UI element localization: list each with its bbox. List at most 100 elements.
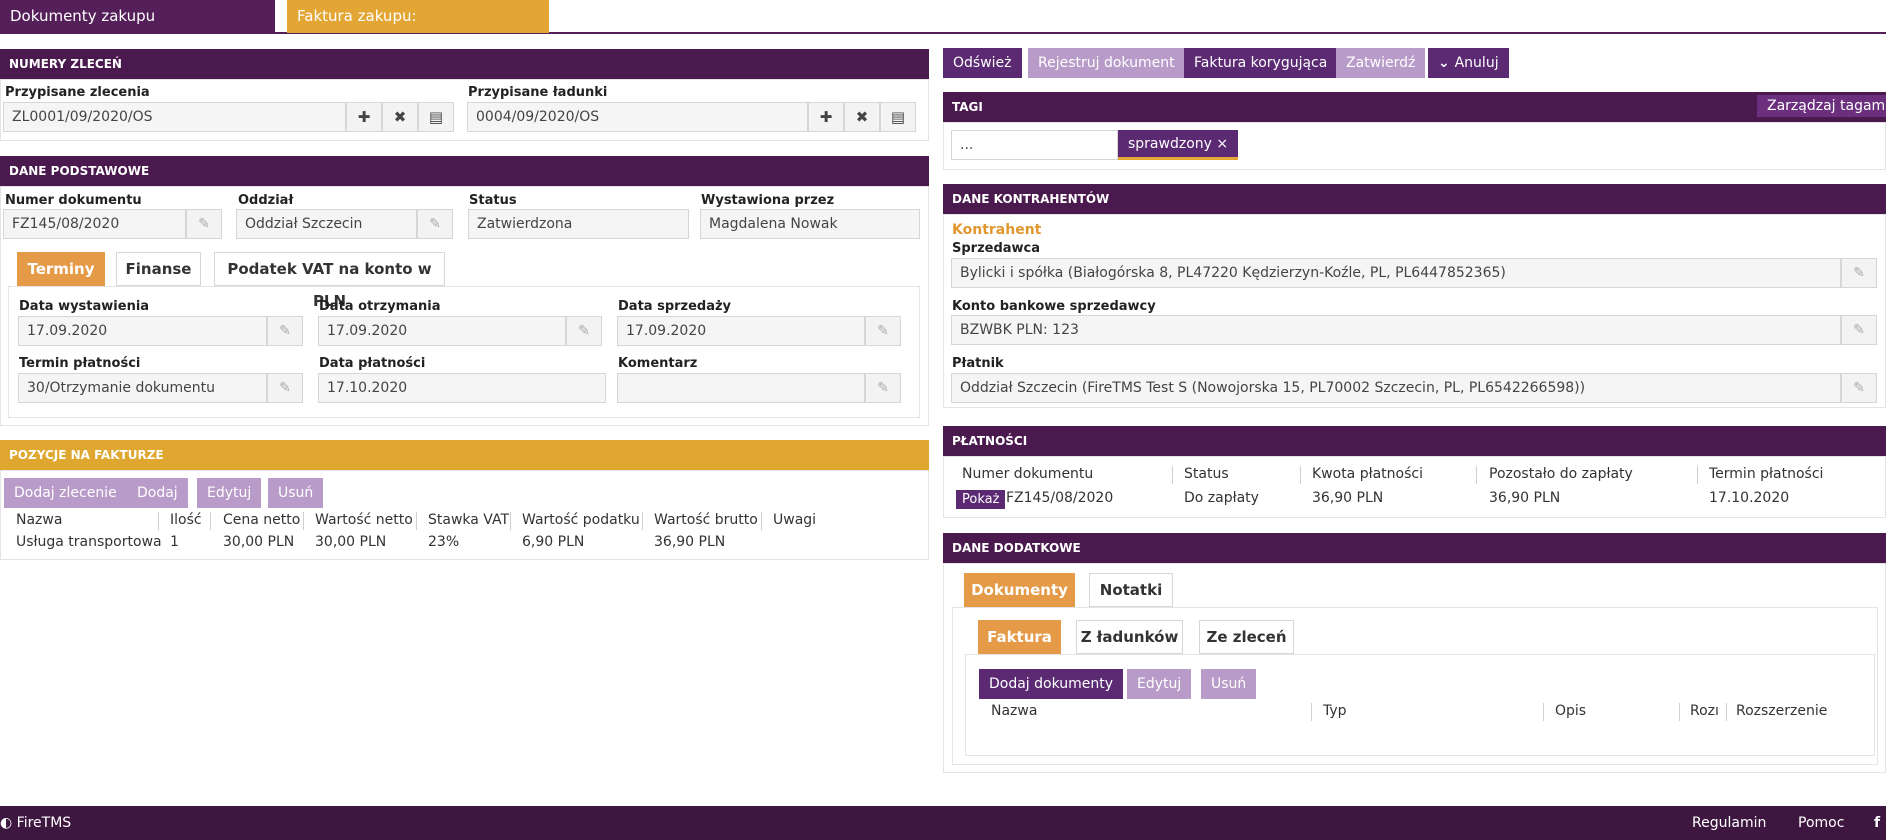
dodaj-zlecenie-button[interactable]: Dodaj zlecenie (4, 478, 127, 508)
tag-sprawdzony[interactable]: sprawdzony × (1118, 130, 1239, 160)
data-sprzedazy-field[interactable]: 17.09.2020 (617, 316, 865, 346)
data-wystawienia-field[interactable]: 17.09.2020 (18, 316, 267, 346)
komentarz-field[interactable] (617, 373, 865, 403)
anuluj-label: Anuluj (1454, 55, 1499, 71)
document-icon[interactable]: ▤ (880, 102, 916, 132)
column-header[interactable]: Wartość podatku (522, 512, 640, 528)
column-header[interactable]: Uwagi (773, 512, 816, 528)
column-header[interactable]: Stawka VAT (428, 512, 509, 528)
edytuj-button[interactable]: Edytuj (197, 478, 262, 508)
edit-icon[interactable]: ✎ (267, 316, 303, 346)
zarzadzaj-tagami-button[interactable]: Zarządzaj tagami (1757, 95, 1886, 117)
column-header[interactable]: Nazwa (16, 512, 62, 528)
column-header[interactable]: Wartość brutto (654, 512, 758, 528)
rejestruj-dokument-button[interactable]: Rejestruj dokument (1028, 48, 1185, 78)
plus-icon[interactable]: ✚ (808, 102, 844, 132)
tab-z-ladunkow[interactable]: Z ładunków (1076, 620, 1183, 654)
anuluj-button[interactable]: ⌄ Anuluj (1428, 48, 1509, 78)
odswiez-button[interactable]: Odśwież (943, 48, 1022, 78)
column-header[interactable]: Termin płatności (1709, 466, 1823, 482)
edytuj-button[interactable]: Edytuj (1127, 669, 1192, 699)
konto-bankowe-field[interactable]: BZWBK PLN: 123 (951, 315, 1841, 345)
ladunki-field[interactable]: 0004/09/2020/OS (467, 102, 808, 132)
pokaz-button[interactable]: Pokaż (956, 490, 1006, 509)
edit-icon[interactable]: ✎ (566, 316, 602, 346)
column-header[interactable]: Rozı (1690, 703, 1719, 719)
column-divider (642, 512, 643, 530)
section-header-dane-dodatkowe: DANE DODATKOWE (943, 533, 1886, 563)
edit-icon[interactable]: ✎ (186, 209, 222, 239)
table-cell: FZ145/08/2020 (1006, 490, 1114, 506)
footer: ◐ FireTMS Regulamin Pomoc f (0, 806, 1886, 840)
faktura-korygujaca-button[interactable]: Faktura korygująca (1184, 48, 1338, 78)
column-divider (416, 512, 417, 530)
tab-dokumenty-zakupu[interactable]: Dokumenty zakupu [Zatwierdzone]✕ (0, 0, 275, 59)
column-divider (210, 512, 211, 530)
column-header[interactable]: Nazwa (991, 703, 1037, 719)
numer-dokumentu-field[interactable]: FZ145/08/2020 (3, 209, 186, 239)
remove-icon[interactable]: ✖ (382, 102, 418, 132)
document-icon[interactable]: ▤ (418, 102, 454, 132)
column-header[interactable]: Pozostało do zapłaty (1489, 466, 1633, 482)
data-platnosci-label: Data płatności (319, 356, 426, 371)
table-cell: 6,90 PLN (522, 534, 585, 550)
facebook-icon[interactable]: f (1874, 815, 1880, 831)
tab-faktura-zakupu[interactable]: Faktura zakupu: FZ145/08/2020✕ (287, 0, 549, 59)
tab-ze-zlecen[interactable]: Ze zleceń (1199, 620, 1294, 654)
column-header[interactable]: Opis (1555, 703, 1586, 719)
dodaj-dokumenty-button[interactable]: Dodaj dokumenty (979, 669, 1124, 699)
edit-icon[interactable]: ✎ (865, 373, 901, 403)
tab-terminy[interactable]: Terminy (17, 252, 105, 286)
regulamin-link[interactable]: Regulamin (1692, 815, 1766, 831)
column-divider (1679, 703, 1680, 721)
termin-platnosci-field[interactable]: 30/Otrzymanie dokumentu (18, 373, 267, 403)
column-header[interactable]: Status (1184, 466, 1229, 482)
column-header[interactable]: Ilość (170, 512, 202, 528)
edit-icon[interactable]: ✎ (865, 316, 901, 346)
data-otrzymania-field[interactable]: 17.09.2020 (318, 316, 566, 346)
column-header[interactable]: Typ (1323, 703, 1347, 719)
ladunki-label: Przypisane ładunki (468, 85, 608, 100)
column-header[interactable]: Numer dokumentu (962, 466, 1093, 482)
tab-podatek-vat[interactable]: Podatek VAT na konto w PLN (214, 252, 445, 310)
konto-bankowe-label: Konto bankowe sprzedawcy (952, 299, 1156, 314)
wystawiona-przez-field: Magdalena Nowak (700, 209, 920, 239)
section-header-numery-zlecen: NUMERY ZLECEŃ (0, 49, 929, 79)
data-otrzymania-label: Data otrzymania (319, 299, 441, 314)
edit-icon[interactable]: ✎ (1841, 258, 1877, 288)
column-header[interactable]: Rozszerzenie (1736, 703, 1827, 719)
oddzial-field[interactable]: Oddział Szczecin (236, 209, 417, 239)
usun-button[interactable]: Usuń (1201, 669, 1257, 699)
platnik-label: Płatnik (952, 356, 1004, 371)
column-divider (1543, 703, 1544, 721)
status-field: Zatwierdzona (468, 209, 689, 239)
zlecenia-field[interactable]: ZL0001/09/2020/OS (3, 102, 346, 132)
table-cell: 23% (428, 534, 460, 550)
column-divider (303, 512, 304, 530)
column-header[interactable]: Cena netto (223, 512, 300, 528)
edit-icon[interactable]: ✎ (267, 373, 303, 403)
sprzedawca-field[interactable]: Bylicki i spółka (Białogórska 8, PL47220… (951, 258, 1841, 288)
chevron-down-icon: ⌄ (1438, 55, 1455, 71)
edit-icon[interactable]: ✎ (417, 209, 453, 239)
column-header[interactable]: Wartość netto (315, 512, 413, 528)
zatwierdz-button[interactable]: Zatwierdź (1336, 48, 1426, 78)
sprzedawca-label: Sprzedawca (952, 241, 1041, 256)
column-header[interactable]: Kwota płatności (1312, 466, 1423, 482)
platnik-field[interactable]: Oddział Szczecin (FireTMS Test S (Nowojo… (951, 373, 1841, 403)
tag-input[interactable]: ... (951, 130, 1118, 160)
pomoc-link[interactable]: Pomoc (1798, 815, 1844, 831)
edit-icon[interactable]: ✎ (1841, 315, 1877, 345)
tab-faktura[interactable]: Faktura (978, 620, 1061, 654)
usun-button[interactable]: Usuń (268, 478, 324, 508)
edit-icon[interactable]: ✎ (1841, 373, 1877, 403)
tab-finanse[interactable]: Finanse (116, 252, 201, 286)
dodaj-button[interactable]: Dodaj (127, 478, 188, 508)
table-cell: 36,90 PLN (654, 534, 726, 550)
table-cell: 36,90 PLN (1312, 490, 1384, 506)
plus-icon[interactable]: ✚ (346, 102, 382, 132)
tab-notatki[interactable]: Notatki (1089, 573, 1173, 607)
tab-bar: Dokumenty zakupu [Zatwierdzone]✕ Faktura… (0, 0, 1886, 59)
tab-dokumenty[interactable]: Dokumenty (964, 573, 1075, 607)
remove-icon[interactable]: ✖ (844, 102, 880, 132)
